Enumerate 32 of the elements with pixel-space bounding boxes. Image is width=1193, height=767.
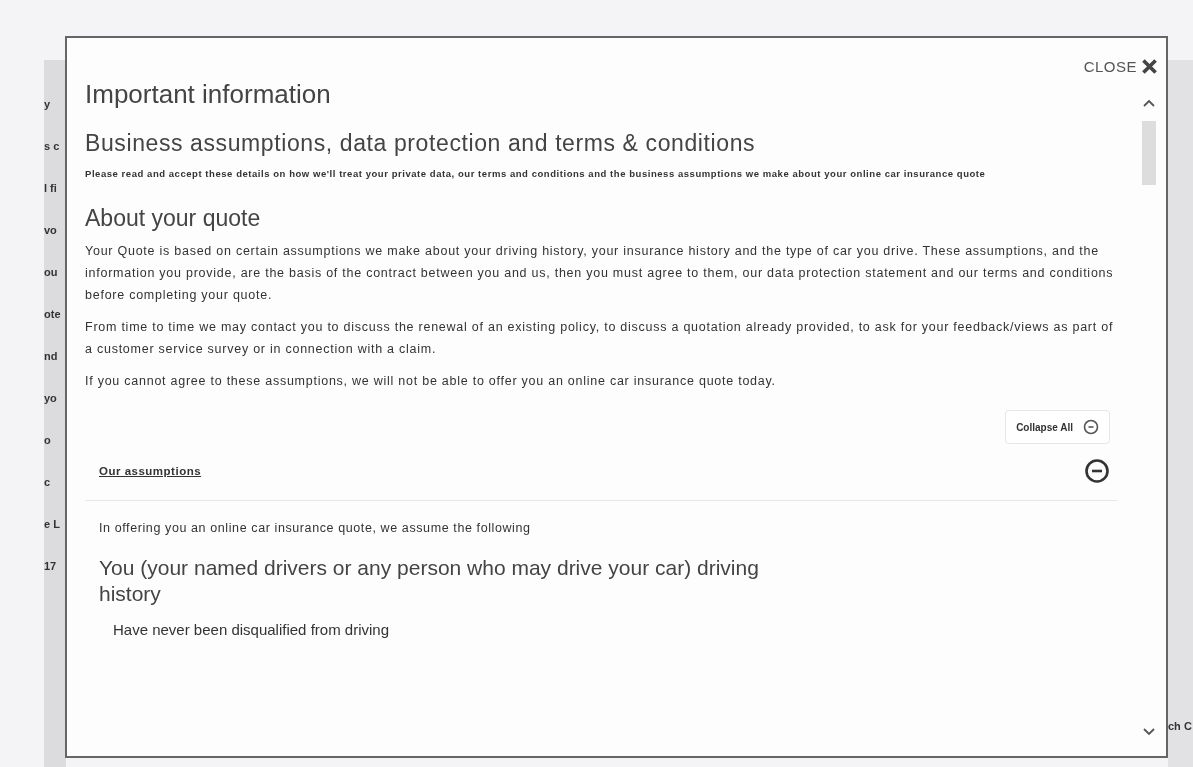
page-text: ote [44,308,62,320]
paragraph: From time to time we may contact you to discuss the renewal of an existing policy, to discuss a quotation already provided, to ask for your feedback/views as part of a customer service survey or in connection with a claim. [85,319,1115,358]
close-icon [1141,58,1158,75]
page-text: yo [44,392,58,404]
page-text: o [44,434,52,446]
section-heading: About your quote [85,205,262,232]
page-text: nd [44,350,59,362]
page-text: ch C [1168,720,1193,732]
minus-circle-icon[interactable] [1084,458,1110,484]
page-text: s c [44,140,61,152]
assumption-text: Have never been disqualified from driving [113,621,390,638]
intro-text: Please read and accept these details on how we'll treat your private data, our terms and conditions and the business assumptions we make about your online car insurance quote [85,167,987,181]
paragraph: If you cannot agree to these assumptions, we will not be able to offer you an online car insurance quote today. [85,373,777,390]
minus-circle-icon [1083,419,1099,435]
section-subtitle: Business assumptions, data protection and terms & conditions [85,130,757,157]
close-button[interactable]: CLOSE [1083,58,1158,75]
group-heading: You (your named drivers or any person who may drive your car) driving history [99,555,759,607]
paragraph: Your Quote is based on certain assumptions we make about your driving history, your insurance history and the type of car you drive. These assumptions, and the information you provide, are the basis of the contract between you and us, then you must agree to them, our data protection statement and our terms and conditions before completing your quote. [85,243,1115,304]
scroll-down-icon[interactable] [1143,728,1155,736]
page-text: y [44,98,52,110]
scrollbar-thumb[interactable] [1142,121,1156,185]
page-text: e L [44,518,61,530]
page-text: 17 [44,560,58,572]
page-text: ou [44,266,59,278]
accordion-text: In offering you an online car insurance quote, we assume the following [99,521,532,535]
dialog-title: Important information [85,79,332,110]
accordion-link[interactable]: Our assumptions [99,465,202,477]
collapse-all-button[interactable]: Collapse All [1005,410,1110,444]
page-text: vo [44,224,58,236]
page-text: l fi [44,182,58,194]
page-text: c [44,476,52,488]
scroll-up-icon[interactable] [1143,99,1155,107]
